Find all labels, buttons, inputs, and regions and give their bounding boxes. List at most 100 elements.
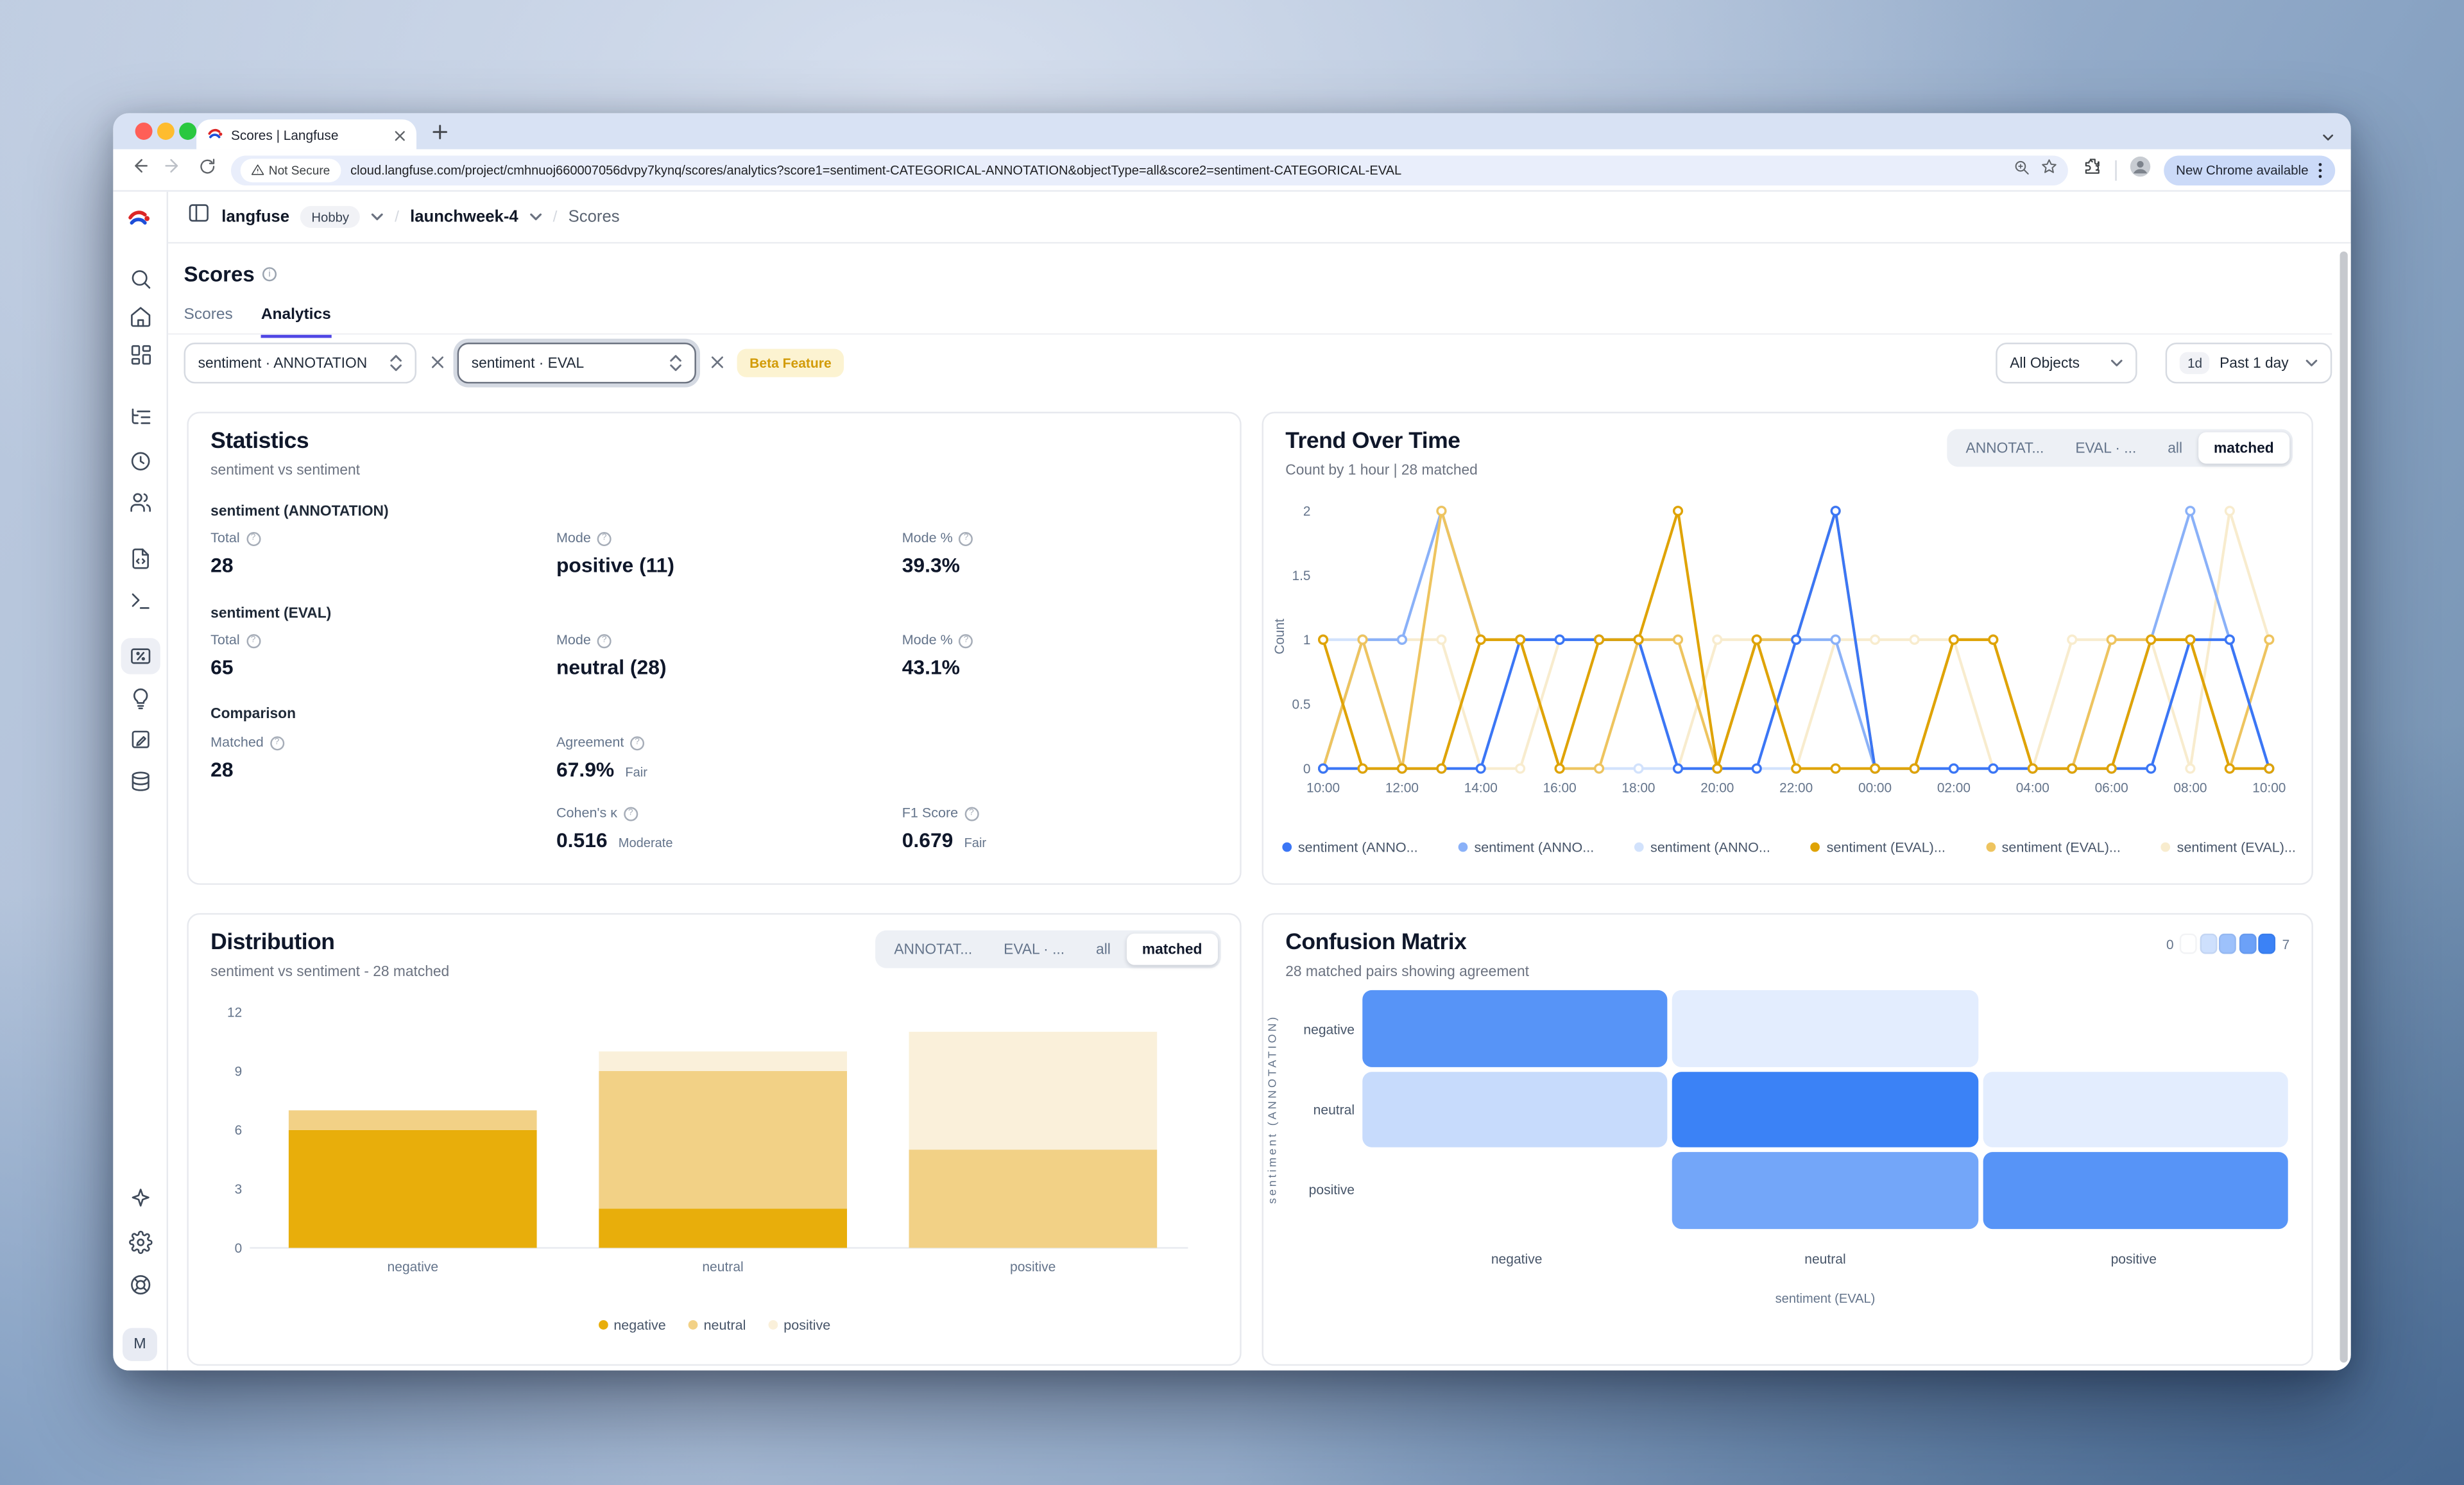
- confusion-cell[interactable]: [1983, 1071, 2288, 1147]
- forward-icon[interactable]: [164, 155, 184, 184]
- sidebar-sessions-icon[interactable]: [121, 443, 160, 479]
- not-secure-chip[interactable]: Not Secure: [241, 158, 341, 182]
- help-icon[interactable]: [270, 735, 284, 750]
- url-bar[interactable]: Not Secure cloud.langfuse.com/project/cm…: [231, 155, 2067, 185]
- help-icon[interactable]: [624, 806, 638, 820]
- trend-tab-eval[interactable]: EVAL · ...: [2060, 432, 2152, 463]
- svg-text:2: 2: [1303, 504, 1311, 519]
- confusion-row-labels: negativeneutralpositive: [1273, 990, 1355, 1229]
- close-tab-icon[interactable]: [395, 120, 406, 148]
- warning-icon: [252, 164, 264, 176]
- score1-select[interactable]: sentiment · ANNOTATION: [184, 343, 416, 384]
- sidebar-whats-new-icon[interactable]: [121, 1180, 160, 1216]
- langfuse-logo[interactable]: [127, 206, 151, 237]
- remove-score1-icon[interactable]: [427, 352, 448, 373]
- confusion-cell[interactable]: [1673, 990, 1978, 1067]
- window-close-button[interactable]: [135, 123, 153, 140]
- user-avatar[interactable]: M: [123, 1328, 157, 1361]
- window-zoom-button[interactable]: [179, 123, 196, 140]
- org-name[interactable]: langfuse: [221, 207, 289, 226]
- help-icon[interactable]: [959, 633, 973, 648]
- svg-text:00:00: 00:00: [1858, 780, 1892, 795]
- langfuse-app: M langfuse Hobby / launchweek-4 / Scores…: [113, 192, 2350, 1371]
- zoom-page-icon[interactable]: [2012, 155, 2030, 184]
- sidebar-playground-icon[interactable]: [121, 583, 160, 619]
- project-chevron-icon[interactable]: [529, 203, 542, 231]
- back-icon[interactable]: [129, 155, 150, 184]
- confusion-cell[interactable]: [1673, 1153, 1978, 1229]
- sidebar-support-icon[interactable]: [121, 1267, 160, 1303]
- distribution-legend: negativeneutralpositive: [189, 1317, 1240, 1332]
- extensions-icon[interactable]: [2082, 155, 2102, 184]
- legend-item: sentiment (ANNO...: [1635, 839, 1770, 855]
- trend-tab-annotation[interactable]: ANNOTAT...: [1950, 432, 2060, 463]
- svg-text:positive: positive: [1010, 1260, 1056, 1275]
- window-minimize-button[interactable]: [157, 123, 175, 140]
- confusion-cell[interactable]: [1362, 990, 1668, 1067]
- tabs-divider: [168, 333, 2332, 334]
- confusion-cell[interactable]: [1362, 1153, 1668, 1229]
- page-title: Scores: [184, 262, 277, 286]
- help-icon[interactable]: [630, 735, 644, 750]
- confusion-cell[interactable]: [1983, 1153, 2288, 1229]
- confusion-cell[interactable]: [1362, 1071, 1668, 1147]
- sidebar-settings-icon[interactable]: [121, 1224, 160, 1260]
- update-chrome-button[interactable]: New Chrome available: [2164, 155, 2336, 185]
- score2-select[interactable]: sentiment · EVAL: [458, 343, 696, 384]
- legend-item: sentiment (ANNO...: [1282, 839, 1417, 855]
- metric-f1-score: F1 Score 0.679Fair: [902, 805, 986, 852]
- range-shortcut: 1d: [2180, 352, 2211, 374]
- help-icon[interactable]: [246, 531, 260, 545]
- sidebar-evaluation-icon[interactable]: [121, 680, 160, 716]
- help-icon[interactable]: [964, 806, 979, 820]
- org-chevron-icon[interactable]: [371, 203, 384, 231]
- panel-toggle-icon[interactable]: [187, 201, 210, 232]
- info-icon[interactable]: [262, 267, 277, 281]
- chevron-down-icon: [2110, 357, 2123, 370]
- svg-text:0: 0: [1303, 762, 1311, 777]
- legend-item: sentiment (EVAL)...: [1811, 839, 1946, 855]
- date-range-select[interactable]: 1d Past 1 day: [2166, 343, 2332, 384]
- page-scrollbar[interactable]: [2340, 252, 2348, 1362]
- distribution-tab-matched[interactable]: matched: [1126, 934, 1218, 965]
- project-name[interactable]: launchweek-4: [410, 207, 518, 226]
- distribution-tab-all[interactable]: all: [1081, 934, 1127, 965]
- svg-text:1.5: 1.5: [1292, 569, 1311, 583]
- bookmark-star-icon[interactable]: [2039, 155, 2058, 184]
- app-header: langfuse Hobby / launchweek-4 / Scores: [168, 192, 2351, 244]
- sidebar-scores-icon[interactable]: [121, 638, 160, 674]
- reload-icon[interactable]: [198, 155, 217, 184]
- sidebar-tracing-icon[interactable]: [121, 399, 160, 435]
- distribution-tab-annotation[interactable]: ANNOTAT...: [878, 934, 988, 965]
- profile-avatar[interactable]: [2129, 155, 2151, 185]
- legend-item: positive: [768, 1317, 831, 1332]
- svg-text:18:00: 18:00: [1621, 780, 1655, 795]
- browser-tab[interactable]: Scores | Langfuse: [196, 119, 416, 150]
- confusion-matrix-grid: [1362, 990, 2288, 1229]
- object-type-select[interactable]: All Objects: [1996, 343, 2137, 384]
- sidebar-prompts-icon[interactable]: [121, 540, 160, 576]
- help-icon[interactable]: [597, 633, 612, 648]
- remove-score2-icon[interactable]: [707, 352, 728, 373]
- sidebar-users-icon[interactable]: [121, 484, 160, 520]
- confusion-cell[interactable]: [1673, 1071, 1978, 1147]
- sidebar-home-icon[interactable]: [121, 298, 160, 334]
- help-icon[interactable]: [246, 633, 260, 648]
- confusion-cell[interactable]: [1983, 990, 2288, 1067]
- sidebar-annotation-icon[interactable]: [121, 721, 160, 757]
- help-icon[interactable]: [959, 531, 973, 545]
- help-icon[interactable]: [597, 531, 612, 545]
- trend-tab-all[interactable]: all: [2152, 432, 2198, 463]
- toolbar-divider: [2115, 160, 2116, 180]
- page-content: Scores Scores Analytics sentiment · ANNO…: [168, 244, 2351, 1371]
- sidebar-dashboards-icon[interactable]: [121, 336, 160, 372]
- legend-dot: [1459, 843, 1468, 852]
- sidebar-search-icon[interactable]: [121, 261, 160, 297]
- sidebar-datasets-icon[interactable]: [121, 764, 160, 800]
- distribution-tab-eval[interactable]: EVAL · ...: [988, 934, 1081, 965]
- trend-tab-matched[interactable]: matched: [2198, 432, 2290, 463]
- new-tab-icon[interactable]: [431, 123, 449, 141]
- tab-search-chevron-icon[interactable]: [2321, 124, 2335, 152]
- svg-text:14:00: 14:00: [1464, 780, 1498, 795]
- confusion-subtitle: 28 matched pairs showing agreement: [1285, 963, 1529, 979]
